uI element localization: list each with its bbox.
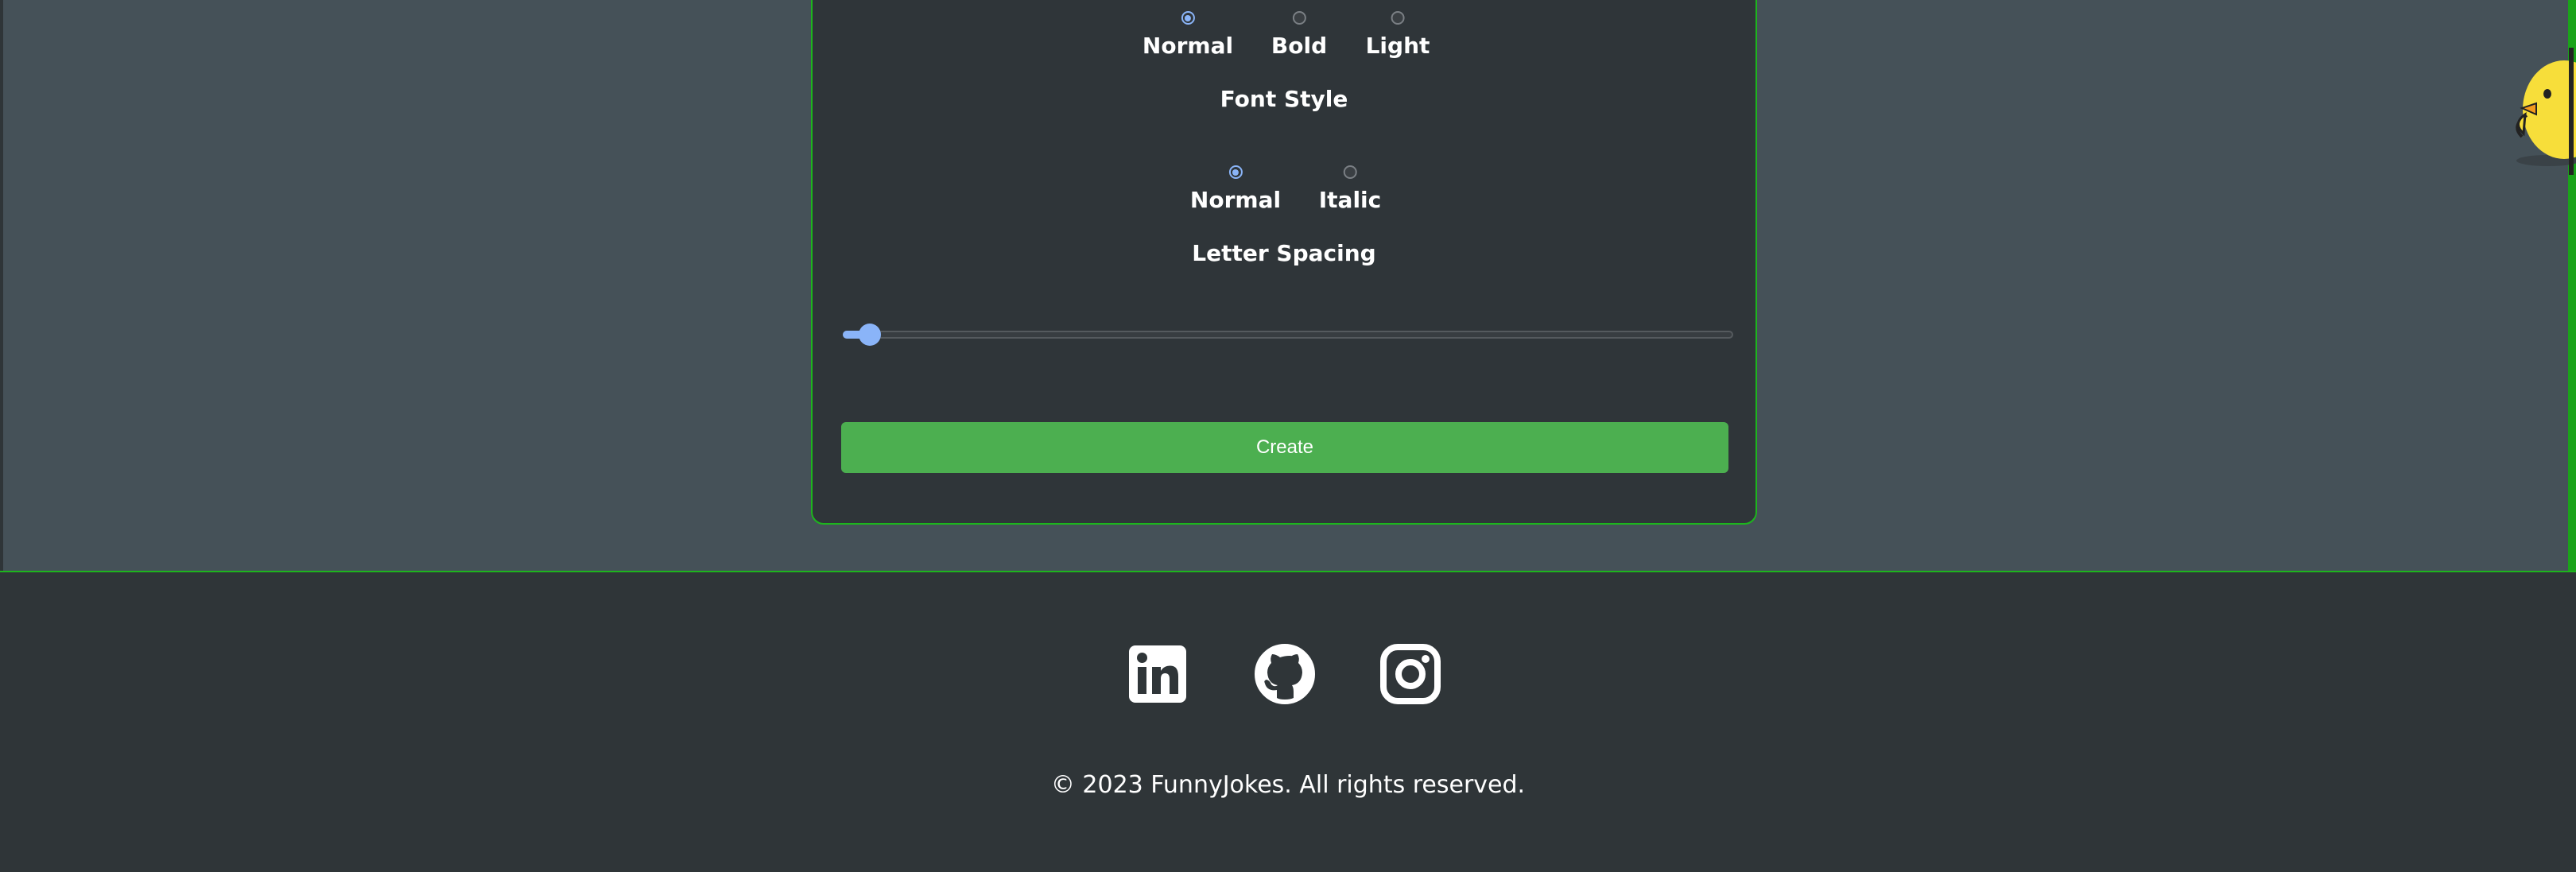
font-style-normal-radio[interactable] xyxy=(1228,165,1243,179)
duck-mascot xyxy=(2489,48,2576,175)
font-style-italic-radio[interactable] xyxy=(1343,165,1357,179)
font-weight-bold-option[interactable]: Bold xyxy=(1271,11,1327,59)
font-style-italic-label: Italic xyxy=(1318,187,1382,213)
linkedin-icon xyxy=(1127,644,1188,704)
font-style-heading: Font Style xyxy=(1220,86,1348,112)
slider-track[interactable] xyxy=(843,331,1733,339)
github-icon xyxy=(1255,644,1315,704)
create-button[interactable]: Create xyxy=(841,422,1728,473)
font-weight-light-label: Light xyxy=(1365,33,1430,59)
linkedin-link[interactable] xyxy=(1127,644,1188,704)
font-weight-normal-label: Normal xyxy=(1142,33,1234,59)
font-weight-normal-radio[interactable] xyxy=(1181,11,1195,25)
letter-spacing-heading: Letter Spacing xyxy=(1192,240,1376,266)
font-style-normal-option[interactable]: Normal xyxy=(1190,165,1281,213)
letter-spacing-slider[interactable] xyxy=(843,324,1733,346)
font-settings-card: Normal Bold Light Font Style Normal Ital… xyxy=(811,0,1757,525)
instagram-link[interactable] xyxy=(1380,644,1441,704)
site-footer: © 2023 FunnyJokes. All rights reserved. xyxy=(0,571,2576,872)
copyright-text: © 2023 FunnyJokes. All rights reserved. xyxy=(1050,771,1526,799)
font-weight-normal-option[interactable]: Normal xyxy=(1143,11,1233,59)
font-weight-light-option[interactable]: Light xyxy=(1366,11,1430,59)
font-style-normal-label: Normal xyxy=(1189,187,1282,213)
instagram-icon xyxy=(1380,644,1441,704)
font-weight-bold-radio[interactable] xyxy=(1292,11,1306,25)
github-link[interactable] xyxy=(1255,644,1315,704)
font-weight-light-radio[interactable] xyxy=(1391,11,1405,25)
font-weight-bold-label: Bold xyxy=(1271,33,1328,59)
slider-thumb[interactable] xyxy=(858,324,881,346)
social-links xyxy=(0,644,2576,707)
font-style-italic-option[interactable]: Italic xyxy=(1318,165,1382,213)
